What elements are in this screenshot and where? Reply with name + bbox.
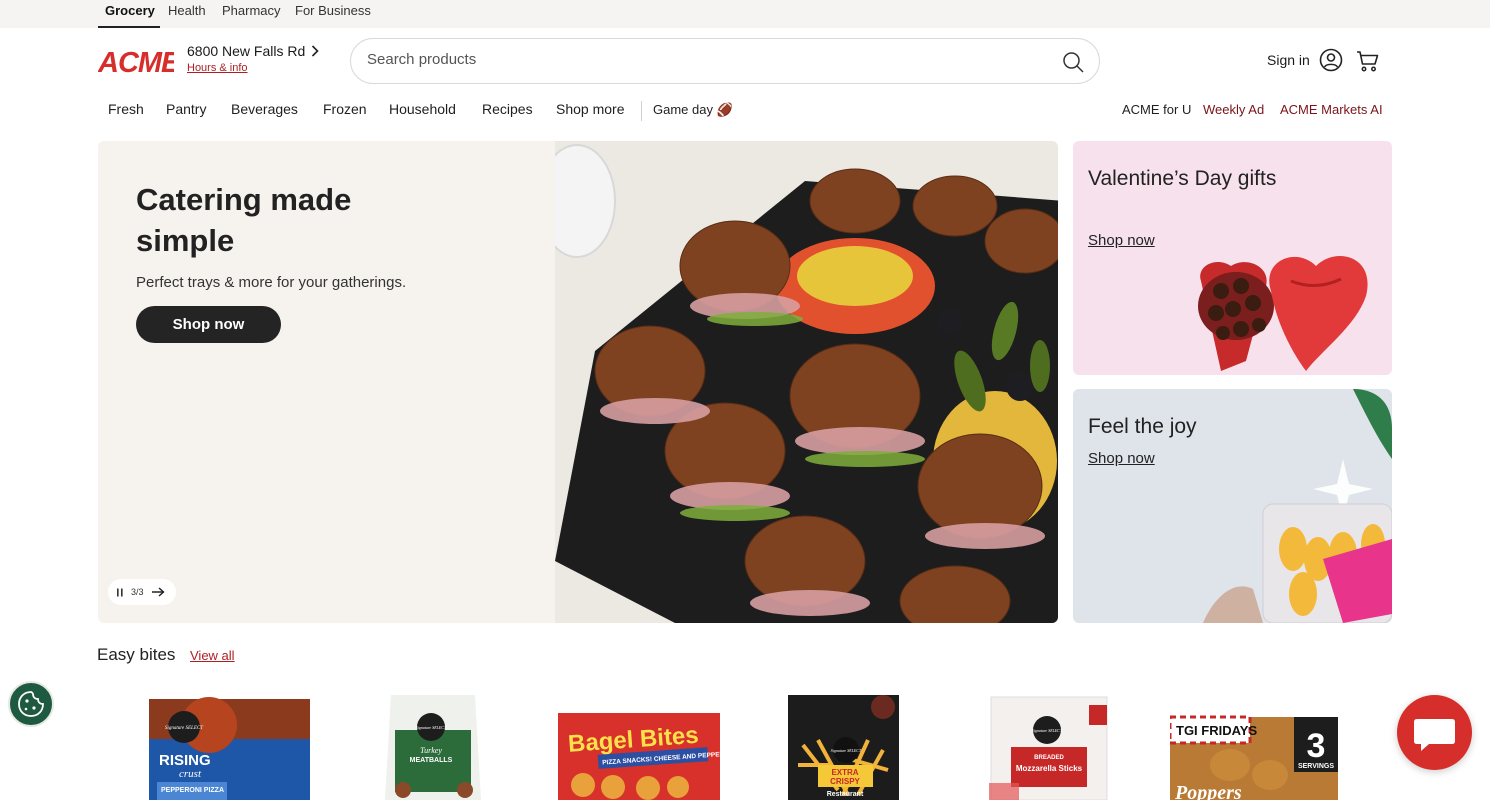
product-name-line1: Turkey	[420, 746, 442, 755]
catering-tray-image	[555, 141, 1058, 623]
hero-subtitle: Perfect trays & more for your gatherings…	[136, 274, 407, 291]
product-name-line1: Poppers	[1174, 782, 1242, 800]
account-icon	[1319, 48, 1343, 72]
sign-in-button[interactable]: Sign in	[1267, 48, 1343, 72]
product-brand: TGI FRIDAYS	[1176, 723, 1257, 738]
tab-grocery[interactable]: Grocery	[98, 2, 160, 28]
product-brand: Signature SELECT	[831, 748, 862, 753]
tab-health[interactable]: Health	[168, 2, 206, 28]
product-name-line2: Mozzarella Sticks	[1016, 764, 1083, 773]
hero-banner: Catering made simple Perfect trays & mor…	[98, 141, 1058, 623]
acme-logo[interactable]: ACME	[98, 46, 174, 76]
easy-bites-title: Easy bites	[97, 645, 176, 664]
product-image: Signature SELECT RISING crust PEPPERONI …	[149, 697, 310, 800]
arrow-right-icon[interactable]	[151, 587, 165, 597]
chevron-right-icon	[312, 45, 319, 57]
nav-frozen[interactable]: Frozen	[323, 101, 367, 117]
sign-in-label: Sign in	[1267, 52, 1310, 68]
carousel-counter: 3/3	[131, 587, 144, 597]
nav-divider	[641, 101, 642, 121]
nav-recipes[interactable]: Recipes	[482, 101, 533, 117]
chat-icon	[1414, 719, 1455, 751]
product-name-line1: RISING	[159, 752, 211, 769]
product-name-line3: Restaurant	[827, 791, 864, 798]
product-name-line2: 3	[1307, 727, 1326, 765]
tab-pharmacy[interactable]: Pharmacy	[222, 2, 281, 28]
product-extra-crispy-fries[interactable]: Signature SELECT EXTRA CRISPY Restaurant	[788, 695, 899, 800]
product-tgi-fridays-poppers[interactable]: TGI FRIDAYS 3 SERVINGS Poppers	[1168, 695, 1338, 800]
product-brand: Signature SELECT	[416, 725, 447, 730]
valentines-promo-card[interactable]: Valentine’s Day gifts Shop now	[1073, 141, 1392, 375]
product-image: Signature SELECT Turkey MEATBALLS	[385, 695, 481, 800]
product-image: Signature SELECT BREADED Mozzarella Stic…	[989, 696, 1108, 800]
hours-info-link[interactable]: Hours & info	[187, 62, 319, 74]
product-brand: Signature SELECT	[1032, 728, 1063, 733]
feel-the-joy-title: Feel the joy	[1088, 415, 1197, 438]
nav-weekly-ad[interactable]: Weekly Ad	[1203, 102, 1264, 117]
carousel-controls: 3/3	[108, 579, 176, 605]
pause-icon[interactable]	[116, 588, 124, 597]
search-bar[interactable]	[350, 38, 1100, 84]
product-image: TGI FRIDAYS 3 SERVINGS Poppers	[1168, 715, 1338, 800]
nav-beverages[interactable]: Beverages	[231, 101, 298, 117]
valentines-promo-title: Valentine’s Day gifts	[1088, 167, 1277, 190]
product-turkey-meatballs[interactable]: Signature SELECT Turkey MEATBALLS	[383, 695, 483, 800]
cart-icon[interactable]	[1356, 49, 1380, 73]
product-bagel-bites[interactable]: Bagel Bites PIZZA SNACKS! CHEESE AND PEP…	[558, 695, 736, 800]
chat-button[interactable]	[1397, 695, 1472, 770]
product-name-line2: crust	[179, 768, 202, 780]
search-icon[interactable]	[1061, 50, 1085, 74]
product-name-line3: PEPPERONI PIZZA	[161, 787, 224, 794]
hero-shop-now-button[interactable]: Shop now	[136, 306, 281, 343]
search-input[interactable]	[367, 51, 1027, 68]
nav-household[interactable]: Household	[389, 101, 456, 117]
nav-fresh[interactable]: Fresh	[108, 101, 144, 117]
nav-game-day[interactable]: Game day 🏈	[653, 102, 733, 118]
hero-title: Catering made simple	[136, 182, 352, 258]
cookie-settings-button[interactable]	[8, 681, 54, 727]
top-tab-bar: Grocery Health Pharmacy For Business	[0, 0, 1490, 28]
nav-pantry[interactable]: Pantry	[166, 101, 206, 117]
product-rising-crust-pizza[interactable]: Signature SELECT RISING crust PEPPERONI …	[149, 695, 310, 800]
madeleines-package-image	[1203, 389, 1392, 623]
product-name-line1: EXTRA	[831, 768, 858, 777]
feel-the-joy-promo-card[interactable]: Feel the joy Shop now	[1073, 389, 1392, 623]
store-selector[interactable]: 6800 New Falls Rd Hours & info	[187, 43, 319, 74]
feel-the-joy-shop-now-link[interactable]: Shop now	[1088, 450, 1155, 467]
product-name-line2: CRISPY	[830, 777, 860, 786]
product-brand: Signature SELECT	[165, 726, 204, 731]
product-image: Bagel Bites PIZZA SNACKS! CHEESE AND PEP…	[558, 713, 736, 800]
nav-acme-markets-ai[interactable]: ACME Markets AI	[1280, 102, 1383, 117]
tab-for-business[interactable]: For Business	[295, 2, 371, 28]
product-name-line3: SERVINGS	[1298, 763, 1334, 770]
product-mozzarella-sticks[interactable]: Signature SELECT BREADED Mozzarella Stic…	[989, 695, 1109, 800]
product-image: Signature SELECT EXTRA CRISPY Restaurant	[788, 695, 899, 800]
acme-logo-text: ACME	[98, 47, 174, 76]
nav-shop-more[interactable]: Shop more	[556, 101, 624, 117]
view-all-link[interactable]: View all	[190, 648, 235, 663]
cookie-icon	[18, 691, 44, 717]
product-name-line2: MEATBALLS	[410, 757, 453, 764]
store-address[interactable]: 6800 New Falls Rd	[187, 43, 305, 59]
main-nav: Fresh Pantry Beverages Frozen Household …	[0, 101, 1490, 121]
product-name-line1: BREADED	[1034, 755, 1064, 761]
chocolate-heart-box-image	[1198, 256, 1368, 371]
nav-acme-for-u[interactable]: ACME for U	[1122, 102, 1191, 117]
valentines-shop-now-link[interactable]: Shop now	[1088, 232, 1155, 249]
